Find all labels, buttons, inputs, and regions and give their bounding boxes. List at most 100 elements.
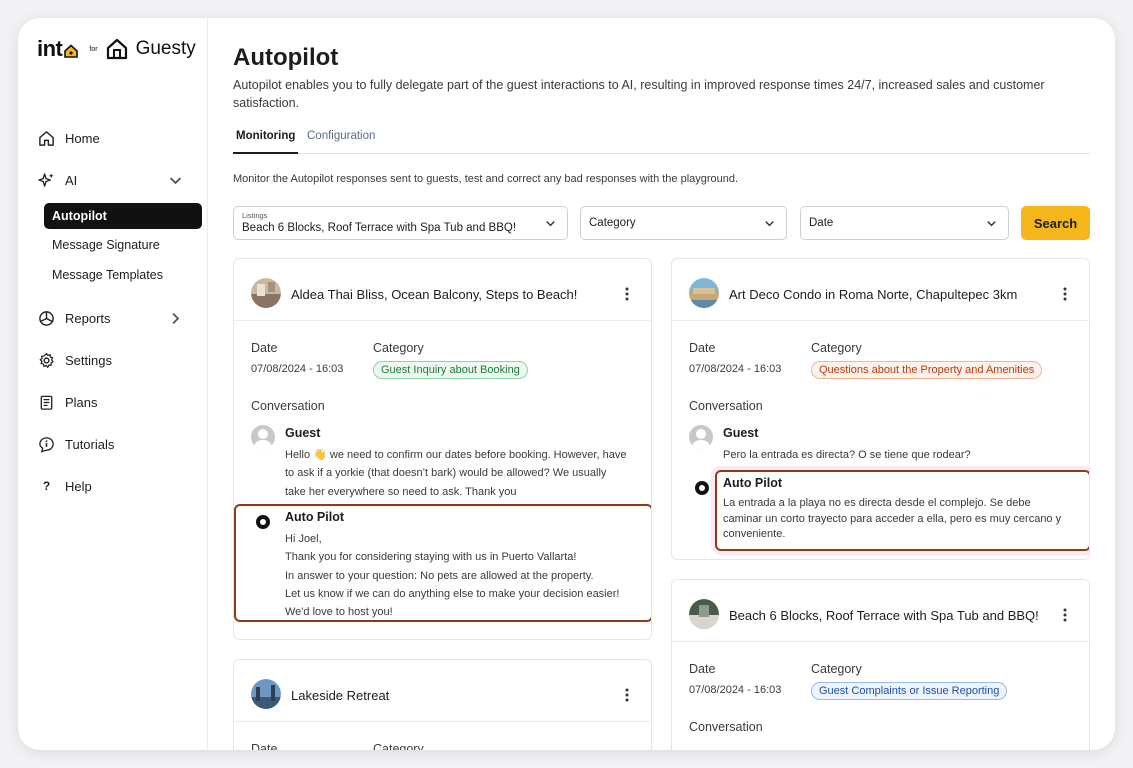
- more-options-icon[interactable]: [1063, 608, 1067, 622]
- sidebar-item-ai[interactable]: AI: [38, 168, 188, 192]
- page-title: Autopilot: [233, 44, 339, 71]
- autopilot-message: La entrada a la playa no es directa desd…: [723, 496, 1061, 543]
- conversation-card: Aldea Thai Bliss, Ocean Balcony, Steps t…: [233, 258, 652, 640]
- message-line: to ask if a yorkie (that doesn’t bark) w…: [285, 467, 607, 480]
- app-window: int for Guesty Home AI Autopilot Message…: [18, 18, 1115, 750]
- info-bubble-icon: [39, 436, 54, 453]
- more-options-icon[interactable]: [625, 688, 629, 702]
- category-label: Category: [373, 742, 424, 750]
- date-value: 07/08/2024 - 16:03: [251, 363, 344, 375]
- sidebar-item-label: Plans: [65, 394, 98, 410]
- sidebar-item-label: AI: [65, 172, 78, 188]
- category-badge: Guest Complaints or Issue Reporting: [811, 682, 1008, 700]
- clipboard-icon: [40, 395, 53, 410]
- guesty-house-icon: [106, 38, 127, 60]
- listing-photo-avatar: [689, 599, 719, 629]
- pie-chart-icon: [39, 310, 54, 326]
- guest-avatar: [689, 425, 713, 449]
- guest-message: Hello 👋 we need to confirm our dates bef…: [285, 446, 626, 501]
- conversation-card: Beach 6 Blocks, Roof Terrace with Spa Tu…: [671, 579, 1090, 750]
- chevron-down-icon: [169, 177, 182, 185]
- search-button[interactable]: Search: [1021, 206, 1090, 240]
- message-line: In answer to your question: No pets are …: [285, 569, 594, 582]
- guest-avatar: [251, 425, 275, 449]
- message-line: Pero la entrada es directa? O se tiene q…: [723, 449, 971, 461]
- listings-select[interactable]: Listings Beach 6 Blocks, Roof Terrace wi…: [233, 206, 568, 240]
- chevron-down-icon: [765, 221, 774, 227]
- card-header: Beach 6 Blocks, Roof Terrace with Spa Tu…: [672, 580, 1089, 642]
- logo-for-text: for: [89, 45, 98, 53]
- card-header: Art Deco Condo in Roma Norte, Chapultepe…: [672, 259, 1089, 321]
- card-title: Beach 6 Blocks, Roof Terrace with Spa Tu…: [729, 608, 1039, 623]
- logo: int for Guesty: [37, 36, 196, 62]
- conversation-card: Art Deco Condo in Roma Norte, Chapultepe…: [671, 258, 1090, 560]
- tab-bar: Monitoring Configuration: [233, 126, 1090, 154]
- tab-configuration[interactable]: Configuration: [307, 130, 375, 154]
- listing-photo-avatar: [689, 278, 719, 308]
- sidebar-item-label: Home: [65, 130, 100, 146]
- more-options-icon[interactable]: [625, 287, 629, 301]
- sidebar-item-settings[interactable]: Settings: [38, 348, 188, 372]
- category-label: Category: [811, 341, 862, 355]
- listings-value: Beach 6 Blocks, Roof Terrace with Spa Tu…: [242, 222, 517, 234]
- date-select-value: Date: [809, 217, 834, 229]
- sidebar-item-message-templates[interactable]: Message Templates: [44, 262, 202, 288]
- date-label: Date: [689, 662, 716, 676]
- autopilot-name: Auto Pilot: [723, 476, 783, 490]
- chevron-right-icon: [172, 312, 180, 325]
- message-line: Let us know if we can do anything else t…: [285, 587, 620, 600]
- monitoring-description: Monitor the Autopilot responses sent to …: [233, 173, 739, 185]
- home-icon: [39, 130, 54, 146]
- tab-monitoring[interactable]: Monitoring: [233, 130, 299, 154]
- message-line: Hello 👋 we need to confirm our dates bef…: [285, 449, 627, 461]
- sidebar-item-label: Help: [65, 478, 92, 494]
- sidebar-item-reports[interactable]: Reports: [38, 306, 188, 330]
- logo-into-text: int: [37, 36, 63, 61]
- listing-photo-avatar: [251, 679, 281, 709]
- card-header: Lakeside Retreat: [234, 660, 651, 722]
- category-label: Category: [373, 341, 424, 355]
- conversation-label: Conversation: [689, 720, 763, 734]
- conversation-label: Conversation: [251, 399, 325, 413]
- message-line: take her everywhere so need to ask. Than…: [285, 485, 517, 498]
- category-select-value: Category: [589, 217, 636, 229]
- message-line: Hi Joel,: [285, 533, 322, 545]
- date-label: Date: [251, 742, 278, 750]
- conversation-label: Conversation: [689, 399, 763, 413]
- guest-message: Pero la entrada es directa? O se tiene q…: [723, 446, 971, 464]
- chevron-down-icon: [987, 221, 996, 227]
- guest-name: Guest: [285, 426, 321, 440]
- autopilot-name: Auto Pilot: [285, 510, 345, 524]
- sidebar-item-help[interactable]: ? Help: [38, 474, 188, 498]
- listings-label: Listings: [242, 211, 268, 220]
- sidebar-item-home[interactable]: Home: [38, 126, 188, 150]
- category-select[interactable]: Category: [580, 206, 787, 240]
- card-title: Lakeside Retreat: [291, 688, 390, 703]
- message-line: Thank you for considering staying with u…: [285, 551, 577, 564]
- message-line: caminar un corto trayecto para acceder a…: [723, 512, 1062, 525]
- sidebar-item-plans[interactable]: Plans: [38, 390, 188, 414]
- question-icon: ?: [42, 479, 51, 493]
- sidebar-item-tutorials[interactable]: Tutorials: [38, 432, 188, 456]
- logo-guesty-text: Guesty: [135, 38, 196, 59]
- logo-house-icon: [64, 43, 79, 58]
- sparkle-icon: [38, 172, 54, 187]
- card-title: Aldea Thai Bliss, Ocean Balcony, Steps t…: [291, 287, 578, 302]
- autopilot-icon: [695, 481, 709, 495]
- category-label: Category: [811, 662, 862, 676]
- autopilot-icon: [256, 515, 270, 529]
- sidebar-item-label: Settings: [65, 352, 112, 368]
- sidebar-item-message-signature[interactable]: Message Signature: [44, 232, 202, 258]
- date-value: 07/08/2024 - 16:03: [689, 684, 782, 696]
- message-line: We'd love to host you!: [285, 606, 393, 619]
- message-line: La entrada a la playa no es directa desd…: [723, 497, 1031, 509]
- date-select[interactable]: Date: [800, 206, 1009, 240]
- sidebar: int for Guesty Home AI Autopilot Message…: [18, 18, 208, 750]
- date-label: Date: [251, 341, 278, 355]
- guest-name: Guest: [723, 426, 759, 440]
- sidebar-item-autopilot[interactable]: Autopilot: [44, 203, 202, 229]
- listing-photo-avatar: [251, 278, 281, 308]
- gear-icon: [39, 352, 54, 368]
- message-line: conveniente.: [723, 528, 786, 540]
- more-options-icon[interactable]: [1063, 287, 1067, 301]
